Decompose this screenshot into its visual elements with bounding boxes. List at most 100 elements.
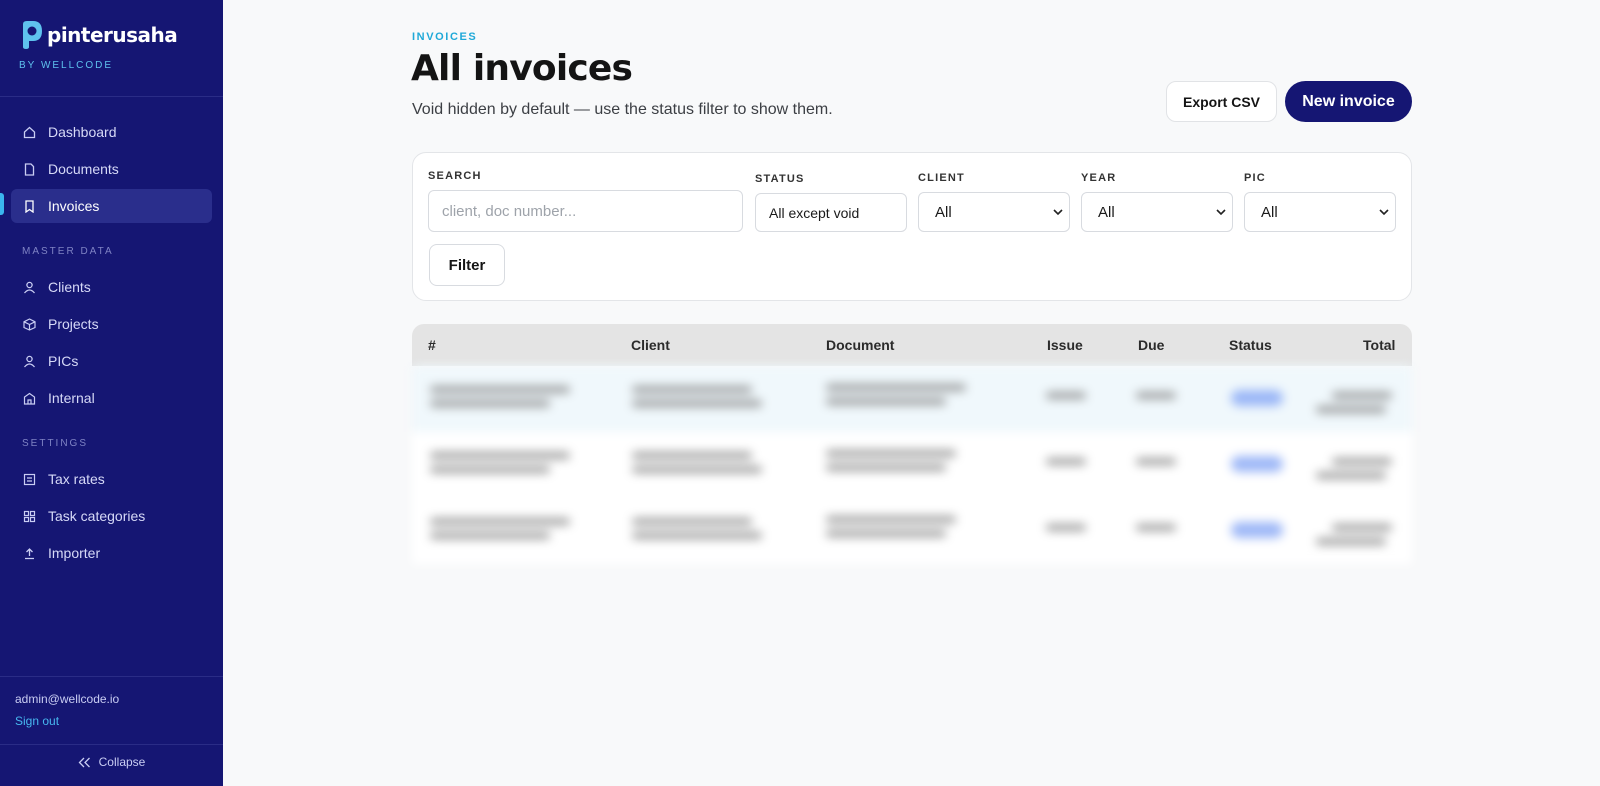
filter-button[interactable]: Filter [429,244,505,286]
client-select[interactable]: All [918,192,1070,232]
page-subtitle: Void hidden by default — use the status … [412,101,833,118]
client-select-value: All [935,203,952,221]
column-header-issue[interactable]: Issue [1047,337,1083,353]
row-total-placeholder [1316,472,1386,479]
status-badge [1231,390,1283,406]
year-select-value: All [1098,203,1115,221]
active-indicator [0,193,4,215]
status-label: STATUS [755,173,805,185]
sidebar-item-label: Invoices [48,198,100,214]
sidebar-item-documents[interactable]: Documents [11,152,212,186]
page-title: All invoices [411,48,633,89]
sidebar-item-internal[interactable]: Internal [11,381,212,415]
row-due-placeholder [1136,458,1176,465]
user-icon [23,355,36,368]
sidebar-item-label: Dashboard [48,124,117,140]
sidebar-item-task-categories[interactable]: Task categories [11,499,212,533]
chevron-down-icon [1216,208,1226,216]
chevrons-left-icon [78,757,91,768]
search-input[interactable]: client, doc number... [428,190,743,232]
row-issue-placeholder [1046,392,1086,399]
sign-out-link[interactable]: Sign out [15,714,59,728]
invoices-table: # Client Document Issue Due Status Total [412,324,1412,564]
sidebar-item-dashboard[interactable]: Dashboard [11,115,212,149]
section-label-settings: SETTINGS [22,438,89,449]
sidebar-item-invoices[interactable]: Invoices [11,189,212,223]
row-document-placeholder [826,450,956,457]
collapse-button[interactable]: Collapse [0,755,223,769]
receipt-icon [23,473,36,486]
export-csv-button[interactable]: Export CSV [1166,81,1277,122]
column-header-client[interactable]: Client [631,337,670,353]
box-icon [23,317,36,331]
building-icon [23,392,36,405]
row-issue-placeholder [1046,458,1086,465]
row-issue-placeholder [1046,524,1086,531]
new-invoice-button[interactable]: New invoice [1285,81,1412,122]
row-total-placeholder [1332,458,1392,465]
table-row[interactable] [412,366,1412,432]
row-total-placeholder [1316,538,1386,545]
sidebar-item-label: Clients [48,279,91,295]
row-document-placeholder [826,530,946,537]
grid-icon [23,510,36,523]
home-icon [23,126,36,139]
row-document-placeholder [826,398,946,405]
sidebar-item-tax-rates[interactable]: Tax rates [11,462,212,496]
row-number-placeholder [430,452,570,459]
sidebar-item-label: Tax rates [48,471,105,487]
row-total-placeholder [1332,524,1392,531]
chevron-down-icon [1053,208,1063,216]
pic-select-value: All [1261,203,1278,221]
table-row[interactable] [412,432,1412,498]
status-input[interactable]: All except void [755,193,907,232]
section-label-master-data: MASTER DATA [22,246,114,257]
pic-label: PIC [1244,172,1266,184]
sidebar-item-importer[interactable]: Importer [11,536,212,570]
brand-logo-icon [23,21,42,49]
column-header-due[interactable]: Due [1138,337,1164,353]
row-client-placeholder [632,466,762,473]
row-due-placeholder [1136,524,1176,531]
row-due-placeholder [1136,392,1176,399]
row-document-placeholder [826,384,966,391]
column-header-total[interactable]: Total [1363,337,1395,353]
sidebar-item-label: Internal [48,390,95,406]
row-client-placeholder [632,518,752,525]
user-email: admin@wellcode.io [15,692,120,706]
brand[interactable]: pinterusaha [18,20,178,50]
row-document-placeholder [826,464,946,471]
row-client-placeholder [632,532,762,539]
sidebar-item-label: Projects [48,316,99,332]
sidebar-item-label: PICs [48,353,79,369]
sidebar-item-label: Importer [48,545,101,561]
table-row[interactable] [412,498,1412,564]
table-header: # Client Document Issue Due Status Total [412,324,1412,366]
row-document-placeholder [826,516,956,523]
status-badge [1231,456,1283,472]
row-client-placeholder [632,452,752,459]
brand-subtitle: BY WELLCODE [19,60,114,71]
sidebar-item-pics[interactable]: PICs [11,344,212,378]
sidebar-item-label: Documents [48,161,119,177]
filter-card: SEARCH client, doc number... STATUS All … [412,152,1412,301]
row-client-placeholder [632,400,762,407]
row-client-placeholder [632,386,752,393]
sidebar-divider [0,676,223,677]
document-icon [23,162,36,176]
user-icon [23,281,36,294]
row-number-placeholder [430,466,550,473]
chevron-down-icon [1379,208,1389,216]
sidebar-item-label: Task categories [48,508,146,524]
year-select[interactable]: All [1081,192,1233,232]
sidebar-item-clients[interactable]: Clients [11,270,212,304]
column-header-document[interactable]: Document [826,337,894,353]
bookmark-icon [23,199,36,213]
column-header-status[interactable]: Status [1229,337,1272,353]
pic-select[interactable]: All [1244,192,1396,232]
column-header-number[interactable]: # [428,337,436,353]
sidebar-item-projects[interactable]: Projects [11,307,212,341]
search-label: SEARCH [428,170,482,182]
sidebar-divider [0,96,223,97]
row-total-placeholder [1332,392,1392,399]
